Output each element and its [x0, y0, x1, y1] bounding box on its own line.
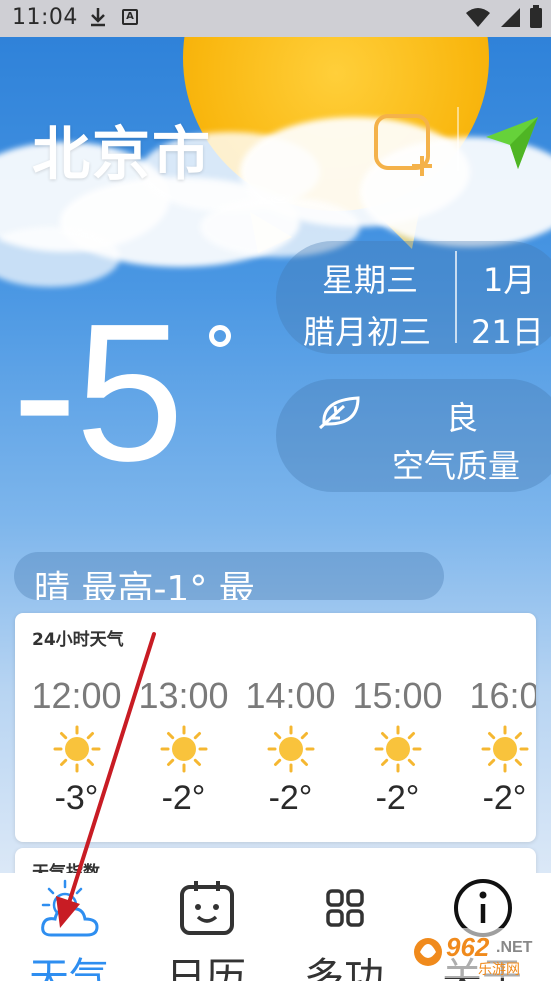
weather-cloud-icon [41, 879, 99, 937]
header-divider [457, 107, 459, 171]
nav-label-weather: 天气 [29, 955, 109, 981]
summary-text: 晴 最高-1° 最 [34, 569, 255, 600]
site-watermark-logo: 962 .NET 乐游网 [410, 928, 550, 978]
lunar-date: 腊月初三 [303, 313, 432, 351]
hour-temp: -2° [482, 779, 527, 817]
download-icon [91, 8, 105, 27]
hour-time: 16:0 [469, 675, 536, 716]
hour-temp: -2° [268, 779, 313, 817]
hour-item: 16:0 -2° [451, 675, 536, 818]
today-summary: 晴 最高-1° 最 [14, 552, 444, 600]
month: 1月 [483, 261, 536, 299]
air-quality-label: 空气质量 [392, 447, 521, 485]
grid-icon [326, 889, 364, 927]
sun-icon [374, 725, 421, 773]
air-quality-level: 良 [446, 399, 479, 437]
hourly-title: 24小时天气 [32, 630, 124, 650]
battery-icon [530, 5, 542, 28]
hour-temp: -2° [375, 779, 420, 817]
status-time: 11:04 [12, 5, 78, 30]
hourly-list[interactable]: 12:00 -3° 13:00 -2° 14:00 -2° 15:00 -2° … [15, 675, 536, 835]
hour-temp: -2° [161, 779, 206, 817]
hour-time: 13:00 [138, 675, 229, 716]
hour-time: 14:00 [245, 675, 336, 716]
date-divider [455, 251, 457, 343]
sun-icon [53, 725, 100, 773]
hourly-forecast-card[interactable]: 24小时天气 12:00 -3° 13:00 -2° 14:00 -2° 15:… [15, 613, 536, 842]
day: 21日 [471, 313, 544, 351]
nav-label-calendar: 日历 [166, 955, 246, 981]
leaf-icon [318, 396, 360, 430]
sun-icon [160, 725, 207, 773]
nav-item-weather[interactable]: 天气 [0, 873, 138, 981]
signal-icon [501, 8, 520, 27]
nav-item-tools[interactable]: 多功 [275, 873, 413, 981]
nav-item-calendar[interactable]: 日历 [137, 873, 275, 981]
sun-icon [481, 725, 528, 773]
svg-text:962: 962 [446, 932, 490, 962]
hour-item: 15:00 -2° [344, 675, 451, 818]
svg-text:乐游网: 乐游网 [478, 962, 520, 978]
status-bar: 11:04 A [0, 0, 551, 37]
hour-item: 13:00 -2° [130, 675, 237, 818]
add-city-icon[interactable] [372, 112, 436, 176]
current-temperature: -5 [12, 283, 184, 502]
weekday: 星期三 [322, 261, 419, 299]
locate-icon[interactable] [484, 115, 540, 171]
hour-time: 12:00 [31, 675, 122, 716]
sun-icon [267, 725, 314, 773]
hour-time: 15:00 [352, 675, 443, 716]
nav-label-tools: 多功 [304, 955, 384, 981]
status-right-icons [465, 5, 543, 29]
degree-symbol [209, 325, 231, 347]
city-name[interactable]: 北京市 [32, 107, 212, 191]
wifi-icon [466, 8, 490, 27]
a-badge-icon: A [122, 9, 138, 25]
hour-temp: -3° [54, 779, 99, 817]
svg-text:.NET: .NET [496, 939, 533, 956]
calendar-icon [180, 881, 234, 935]
hour-item: 14:00 -2° [237, 675, 344, 818]
hour-item: 12:00 -3° [23, 675, 130, 818]
